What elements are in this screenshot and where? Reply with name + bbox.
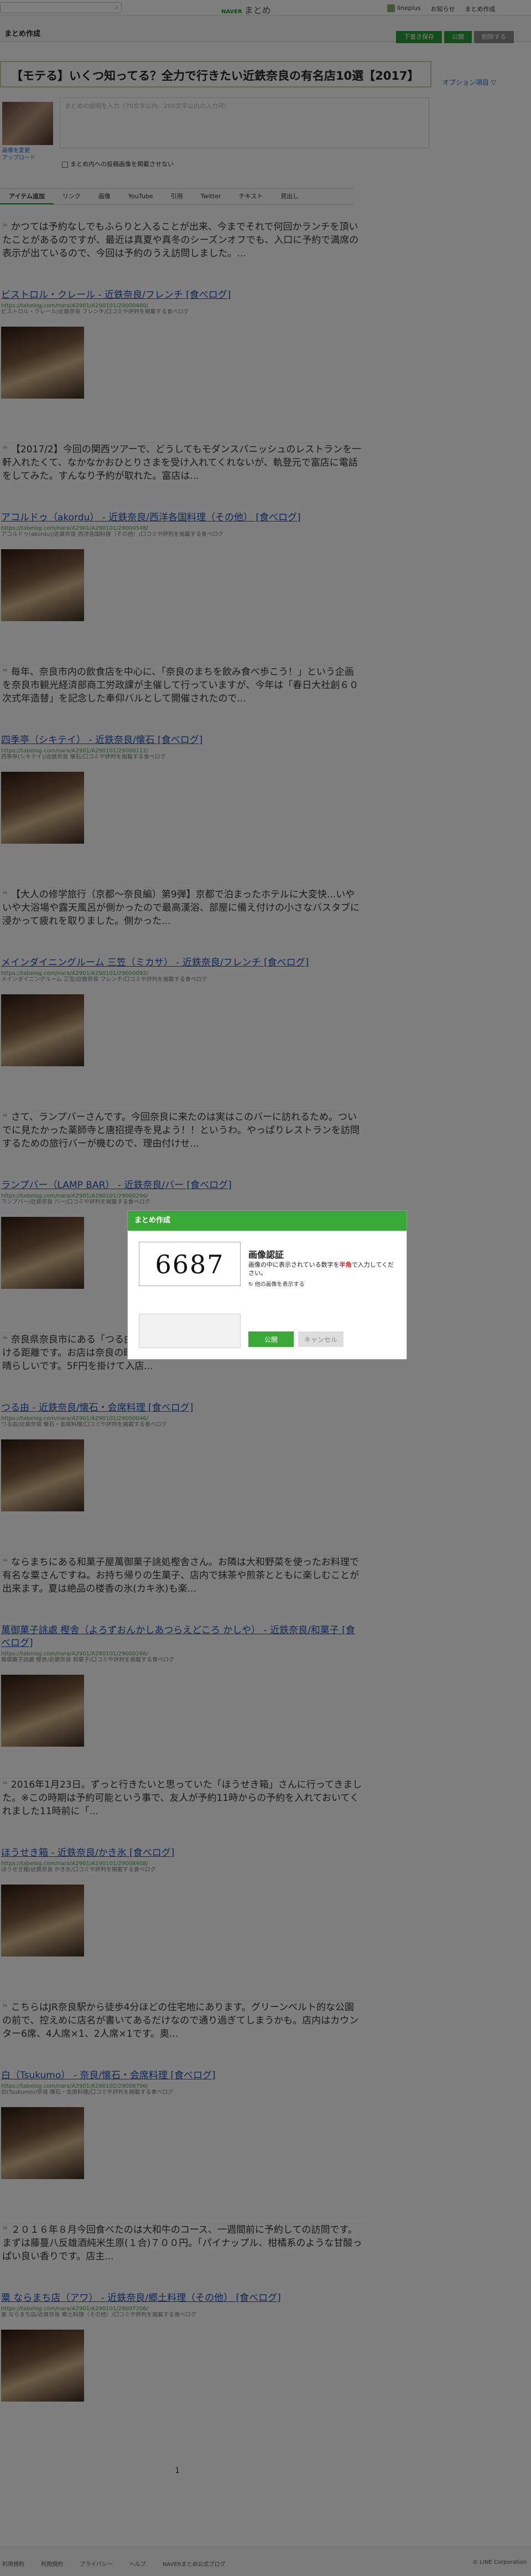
refresh-icon: ↻ bbox=[248, 1282, 255, 1288]
captcha-title: 画像認証 bbox=[248, 1250, 284, 1260]
captcha-image: 6687 bbox=[139, 1242, 241, 1286]
captcha-input[interactable] bbox=[139, 1314, 241, 1348]
reload-captcha-link[interactable]: ↻ 他の画像を表示する bbox=[248, 1279, 305, 1288]
captcha-description: 画像の中に表示されている数字を半角で入力してください。 bbox=[248, 1261, 394, 1277]
publish-confirm-button[interactable]: 公開 bbox=[248, 1331, 294, 1347]
cancel-button[interactable]: キャンセル bbox=[298, 1331, 343, 1347]
dialog-header: まとめ作成 bbox=[128, 1211, 407, 1231]
page-root: ⌕ NAVERまとめ lineplus お知らせ まとめ作成 まとめ作成 下書き… bbox=[0, 0, 531, 2576]
captcha-dialog: まとめ作成 6687 画像認証 画像の中に表示されている数字を半角で入力してくだ… bbox=[127, 1210, 407, 1360]
